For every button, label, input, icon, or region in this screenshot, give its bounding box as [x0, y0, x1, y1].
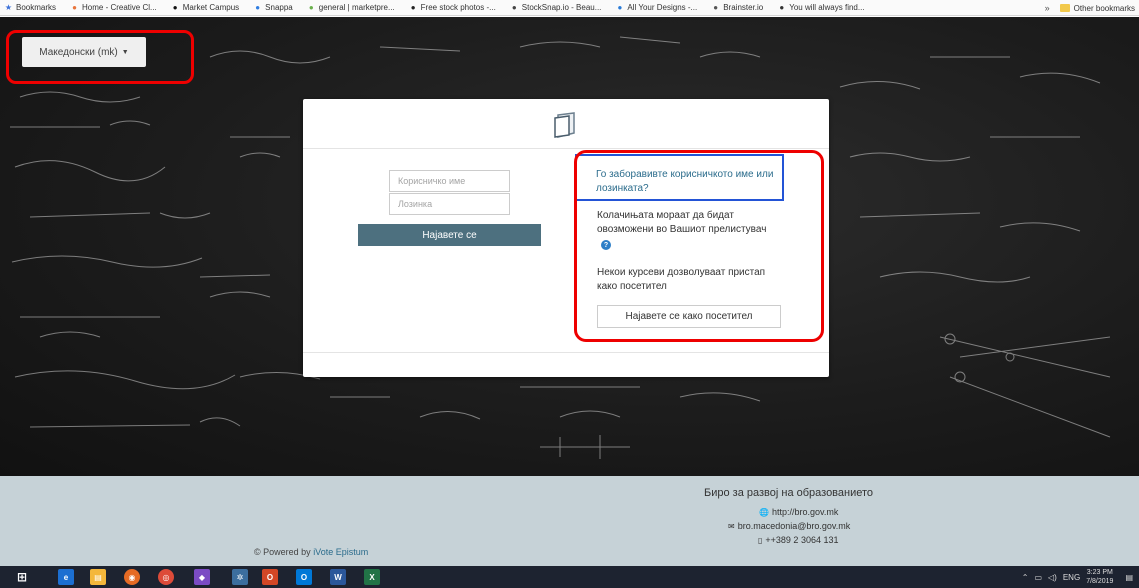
chrome-icon[interactable]: ◎: [158, 569, 174, 585]
bookmark-label: Home - Creative Cl...: [82, 3, 157, 12]
globe-icon: 🌐: [759, 507, 769, 517]
login-button[interactable]: Најавете се: [358, 224, 541, 246]
bookmarks-overflow-button[interactable]: »: [1045, 3, 1050, 13]
system-tray: ⌃ ▭ ◁) ENG 3:23 PM 7/8/2019 ▤: [1022, 566, 1139, 588]
other-bookmarks-link[interactable]: Other bookmarks: [1074, 4, 1135, 13]
network-icon[interactable]: ▭: [1034, 573, 1042, 582]
card-divider: [303, 148, 829, 149]
volume-icon[interactable]: ◁): [1048, 573, 1057, 582]
clock[interactable]: 3:23 PM 7/8/2019: [1086, 568, 1113, 586]
bookmark-label: StockSnap.io - Beau...: [521, 3, 602, 12]
outlook-icon[interactable]: O: [296, 569, 312, 585]
site-logo-icon: [554, 112, 575, 138]
footer-url[interactable]: http://bro.gov.mk: [772, 507, 838, 517]
bookmark-item[interactable]: ★ Bookmarks: [4, 3, 56, 12]
footer-email[interactable]: bro.macedonia@bro.gov.mk: [738, 521, 851, 531]
bookmark-label: Brainster.io: [723, 3, 764, 12]
star-icon: ★: [4, 3, 13, 12]
bookmark-label: general | marketpre...: [318, 3, 395, 12]
bookmark-label: Market Campus: [182, 3, 240, 12]
envelope-icon: ✉: [728, 521, 735, 531]
notification-icon[interactable]: ▤: [1125, 573, 1133, 582]
bookmark-item[interactable]: ● StockSnap.io - Beau...: [510, 3, 602, 12]
photos-app-icon[interactable]: ◆: [194, 569, 210, 585]
footer-title: Биро за развој на образованието: [704, 487, 874, 499]
footer-url-line[interactable]: 🌐 http://bro.gov.mk: [759, 507, 838, 517]
bookmark-item[interactable]: ● Market Campus: [171, 3, 239, 12]
bookmark-item[interactable]: ● Brainster.io: [711, 3, 763, 12]
password-input[interactable]: [389, 193, 510, 215]
camera-icon: ●: [511, 3, 517, 12]
firefox-icon[interactable]: ◉: [124, 569, 140, 585]
bookmark-item[interactable]: ● general | marketpre...: [307, 3, 395, 12]
clock-date: 7/8/2019: [1086, 578, 1114, 585]
powered-prefix: © Powered by: [254, 547, 311, 557]
bookmark-item[interactable]: ● Home - Creative Cl...: [70, 3, 157, 12]
file-explorer-icon[interactable]: ▤: [90, 569, 106, 585]
footer-phone: ++389 2 3064 131: [765, 535, 839, 545]
slack-icon: ●: [308, 3, 314, 12]
chevron-up-icon[interactable]: ⌃: [1022, 573, 1029, 582]
bookmarks-bar: ★ Bookmarks ● Home - Creative Cl... ● Market …: [0, 0, 1139, 16]
bookmark-item[interactable]: ● All Your Designs -...: [615, 3, 697, 12]
bookmark-item[interactable]: ● You will always find...: [777, 3, 864, 12]
page-icon: ●: [779, 3, 785, 12]
brainster-icon: ●: [713, 3, 719, 12]
windows-start-icon[interactable]: ⊞: [14, 569, 30, 585]
folder-icon: [1059, 4, 1070, 12]
bookmarks-right: » Other bookmarks: [1045, 0, 1135, 16]
snappa-icon: ●: [255, 3, 261, 12]
creative-icon: ●: [72, 3, 77, 12]
bookmark-label: Bookmarks: [16, 3, 57, 12]
powered-by: © Powered by iVote Epistum: [254, 547, 368, 557]
highlight-language: [6, 30, 194, 84]
highlight-right-column: [574, 150, 824, 342]
market-icon: ●: [172, 3, 178, 12]
bookmark-label: Free stock photos -...: [420, 3, 496, 12]
page-footer: [0, 476, 1139, 566]
word-icon[interactable]: W: [330, 569, 346, 585]
bookmark-label: All Your Designs -...: [627, 3, 698, 12]
bookmark-item[interactable]: ● Snappa: [253, 3, 293, 12]
bookmark-label: You will always find...: [789, 3, 865, 12]
bookmark-label: Snappa: [265, 3, 293, 12]
pexels-icon: ●: [410, 3, 416, 12]
edge-browser-icon[interactable]: e: [58, 569, 74, 585]
card-footer-divider: [303, 352, 829, 353]
network-app-icon[interactable]: ✲: [232, 569, 248, 585]
excel-icon[interactable]: X: [364, 569, 380, 585]
office-icon[interactable]: O: [262, 569, 278, 585]
bookmark-item[interactable]: ● Free stock photos -...: [409, 3, 496, 12]
footer-email-line[interactable]: ✉ bro.macedonia@bro.gov.mk: [728, 521, 850, 531]
input-language[interactable]: ENG: [1063, 573, 1080, 582]
clock-time: 3:23 PM: [1086, 569, 1113, 576]
username-input[interactable]: [389, 170, 510, 192]
powered-link[interactable]: iVote Epistum: [313, 547, 368, 557]
footer-phone-line: ▯ ++389 2 3064 131: [758, 535, 838, 545]
canva-icon: ●: [617, 3, 623, 12]
phone-icon: ▯: [758, 535, 763, 545]
